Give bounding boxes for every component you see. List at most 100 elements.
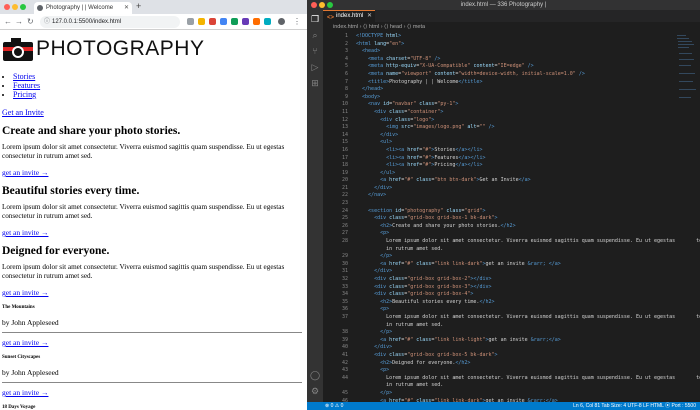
extension-icon[interactable] — [220, 18, 227, 25]
code-line[interactable]: 22 </nav> — [323, 192, 700, 200]
extension-icon[interactable] — [242, 18, 249, 25]
code-line[interactable]: 40 </div> — [323, 344, 700, 352]
code-line[interactable]: 30 <a href="#" class="link link-dark">ge… — [323, 261, 700, 269]
code-line[interactable]: 12 <div class="logo"> — [323, 117, 700, 125]
get-invite-link[interactable]: Get an Invite — [2, 108, 305, 117]
minimap[interactable] — [676, 33, 696, 402]
code-line[interactable]: in rutrum amet sed. — [323, 322, 700, 330]
code-line[interactable]: in rutrum amet sed. — [323, 246, 700, 254]
code-line[interactable]: 34 <div class="grid-box grid-box-4"> — [323, 291, 700, 299]
code-line[interactable]: 11 <div class="container"> — [323, 109, 700, 117]
code-line[interactable]: 3 <head> — [323, 48, 700, 56]
code-line[interactable]: 1 <!DOCTYPE html> — [323, 33, 700, 41]
code-line[interactable]: 4 <meta charset="UTF-8" /> — [323, 56, 700, 64]
code-line[interactable]: 14 </div> — [323, 132, 700, 140]
code-line[interactable]: 36 <p> — [323, 306, 700, 314]
code-line[interactable]: 29 </p> — [323, 253, 700, 261]
editor-tab-index-html[interactable]: <> index.html ✕ — [323, 10, 375, 22]
card-invite-link[interactable]: get an invite → — [2, 338, 305, 347]
new-tab-icon[interactable]: + — [136, 1, 141, 11]
share-icon[interactable] — [187, 18, 194, 25]
code-line[interactable]: 16 <li><a href="#">Stories</a></li> — [323, 147, 700, 155]
section-invite-link[interactable]: get an invite → — [2, 288, 305, 297]
browser-tab[interactable]: Photography | | Welcome ✕ — [34, 2, 132, 14]
code-line[interactable]: 8 </head> — [323, 86, 700, 94]
explorer-files-icon[interactable]: ❐ — [310, 14, 320, 24]
minimize-window-icon[interactable] — [319, 2, 325, 8]
extensions-icon[interactable]: ⊞ — [310, 78, 320, 88]
maximize-window-icon[interactable] — [20, 4, 26, 10]
nav-link-pricing[interactable]: Pricing — [13, 90, 36, 99]
section-invite-link[interactable]: get an invite → — [2, 228, 305, 237]
code-line[interactable]: 45 </p> — [323, 390, 700, 398]
code-line[interactable]: 43 <p> — [323, 367, 700, 375]
code-line[interactable]: 9 <body> — [323, 94, 700, 102]
cursor-position-status[interactable]: Ln 6, Col 81 Tab Size: 4 UTF-8 LF HTML ⦿… — [573, 402, 696, 410]
code-line[interactable]: 26 <h2>Create and share your photo stori… — [323, 223, 700, 231]
card-invite-link[interactable]: get an invite → — [2, 388, 305, 397]
search-icon[interactable]: ⌕ — [310, 30, 320, 40]
code-line[interactable]: 25 <div class="grid-box grid-box-1 bk-da… — [323, 215, 700, 223]
code-line[interactable]: 23 — [323, 200, 700, 208]
bookmark-star-icon[interactable] — [198, 18, 205, 25]
close-tab-icon[interactable]: ✕ — [367, 11, 372, 22]
code-line[interactable]: 27 <p> — [323, 230, 700, 238]
breadcrumb[interactable]: index.html › ⟨⟩ html › ⟨⟩ head › ⟨⟩ meta — [323, 22, 700, 33]
nav-link-stories[interactable]: Stories — [13, 72, 35, 81]
code-line[interactable]: 31 </div> — [323, 268, 700, 276]
account-icon[interactable]: ◯ — [310, 370, 320, 380]
code-line[interactable]: in rutrum amet sed. — [323, 382, 700, 390]
maximize-window-icon[interactable] — [327, 2, 333, 8]
code-line[interactable]: 20 <a href="#" class="btn btn-dark">Get … — [323, 177, 700, 185]
code-line[interactable]: 44 Lorem ipsum dolor sit amet consectetu… — [323, 375, 700, 383]
code-line[interactable]: 18 <li><a href="#">Pricing</a></li> — [323, 162, 700, 170]
code-line[interactable]: 24 <section id="photography" class="grid… — [323, 208, 700, 216]
extension-icon[interactable] — [231, 18, 238, 25]
code-line[interactable]: 10 <nav id="navbar" class="py-1"> — [323, 101, 700, 109]
source-control-icon[interactable]: ⑂ — [310, 46, 320, 56]
line-number: 37 — [341, 313, 348, 320]
code-line[interactable]: 15 <ul> — [323, 139, 700, 147]
code-editor[interactable]: 1 <!DOCTYPE html> 2 <html lang="en"> 3 <head… — [323, 33, 700, 410]
extension-icon[interactable] — [264, 18, 271, 25]
code-line[interactable]: 21 </div> — [323, 185, 700, 193]
extension-icon[interactable] — [253, 18, 260, 25]
code-line[interactable]: 38 </p> — [323, 329, 700, 337]
code-line[interactable]: 2 <html lang="en"> — [323, 41, 700, 49]
close-window-icon[interactable] — [4, 4, 10, 10]
code-line[interactable]: 17 <li><a href="#">Features</a></li> — [323, 155, 700, 163]
forward-arrow-icon[interactable]: → — [15, 17, 23, 27]
card-author: by John Appleseed — [2, 318, 59, 327]
code-line[interactable]: 28 Lorem ipsum dolor sit amet consectetu… — [323, 238, 700, 246]
code-line[interactable]: 32 <div class="grid-box grid-box-2"></di… — [323, 276, 700, 284]
code-line[interactable]: 35 <h2>Beautiful stories every time.</h2… — [323, 299, 700, 307]
nav-link-features[interactable]: Features — [13, 81, 40, 90]
section-heading: Deigned for everyone. — [2, 245, 110, 257]
code-line[interactable]: 39 <a href="#" class="link link-light">g… — [323, 337, 700, 345]
settings-gear-icon[interactable]: ⚙ — [310, 386, 320, 396]
problems-status[interactable]: ⊗ 0 ⚠ 0 — [325, 402, 343, 410]
more-menu-icon[interactable]: ⋮ — [293, 17, 301, 27]
code-line[interactable]: 19 </ul> — [323, 170, 700, 178]
extension-icon[interactable] — [209, 18, 216, 25]
close-window-icon[interactable] — [311, 2, 317, 8]
back-arrow-icon[interactable]: ← — [4, 17, 12, 27]
code-line[interactable]: 13 <img src="images/logo.png" alt="" /> — [323, 124, 700, 132]
address-bar[interactable]: ⓘ 127.0.0.1:5500/index.html — [40, 16, 180, 28]
code-line[interactable]: 7 <title>Photography | | Welcome</title> — [323, 79, 700, 87]
section-invite-link[interactable]: get an invite → — [2, 168, 305, 177]
close-tab-icon[interactable]: ✕ — [124, 2, 129, 14]
code-line[interactable]: 42 <h2>Deigned for everyone.</h2> — [323, 360, 700, 368]
minimize-window-icon[interactable] — [12, 4, 18, 10]
code-line[interactable]: 37 Lorem ipsum dolor sit amet consectetu… — [323, 314, 700, 322]
line-number: 23 — [341, 200, 348, 207]
editor-tab-label: index.html — [336, 13, 364, 19]
logo-text: PHOTOGRAPHY — [36, 37, 205, 60]
profile-avatar[interactable] — [278, 18, 285, 25]
code-line[interactable]: 5 <meta http-equiv="X-UA-Compatible" con… — [323, 63, 700, 71]
reload-icon[interactable]: ↻ — [27, 17, 34, 27]
code-line[interactable]: 33 <div class="grid-box grid-box-3"></di… — [323, 284, 700, 292]
run-debug-icon[interactable]: ▷ — [310, 62, 320, 72]
code-line[interactable]: 6 <meta name="viewport" content="width=d… — [323, 71, 700, 79]
code-line[interactable]: 41 <div class="grid-box grid-box-5 bk-da… — [323, 352, 700, 360]
